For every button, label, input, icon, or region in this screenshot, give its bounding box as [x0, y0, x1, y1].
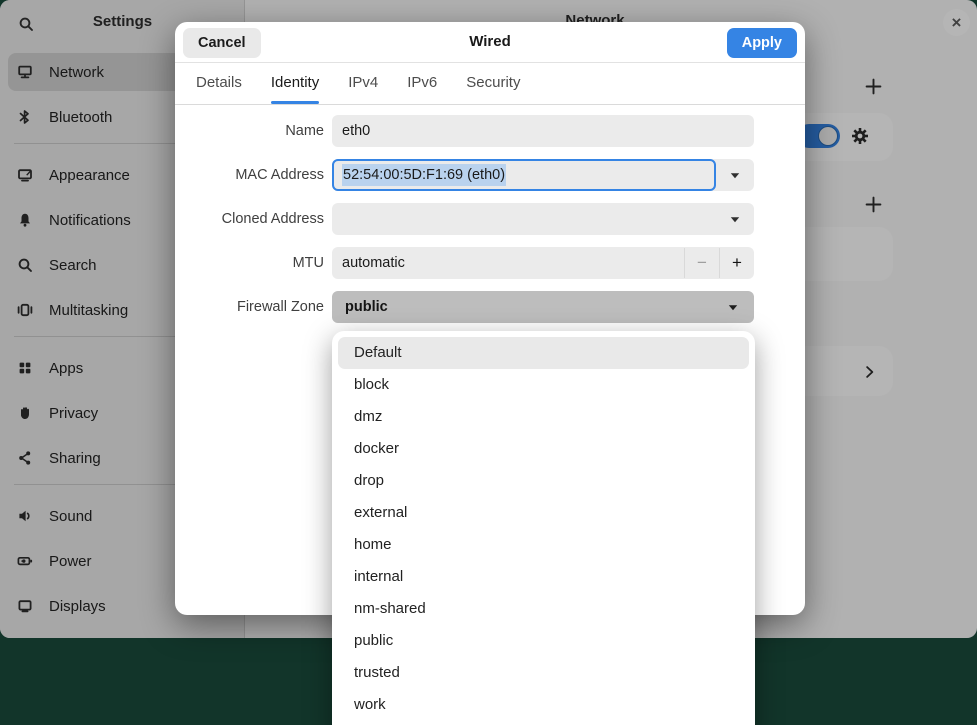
firewall-zone-popover: Default block dmz docker drop external h… — [332, 331, 755, 725]
mac-address-input[interactable]: 52:54:00:5D:F1:69 (eth0) — [332, 159, 716, 191]
mtu-label: MTU — [175, 247, 324, 279]
firewall-zone-value: public — [345, 299, 388, 315]
screen: Settings Network Bluetooth Appearance — [0, 0, 977, 725]
minus-icon: − — [697, 253, 707, 272]
cancel-button[interactable]: Cancel — [183, 28, 261, 58]
mtu-increment-button[interactable]: + — [720, 247, 754, 279]
mac-combo-dropdown-button[interactable] — [716, 159, 754, 191]
chevron-down-icon — [728, 304, 738, 311]
zone-option-trusted[interactable]: trusted — [338, 657, 749, 689]
zone-option-nm-shared[interactable]: nm-shared — [338, 593, 749, 625]
dialog-header: Wired Cancel Apply — [175, 22, 805, 63]
zone-arrow-area — [714, 291, 752, 323]
plus-icon: + — [732, 253, 742, 272]
zone-option-internal[interactable]: internal — [338, 561, 749, 593]
cloned-combo-dropdown-button[interactable] — [716, 203, 754, 235]
zone-option-public[interactable]: public — [338, 625, 749, 657]
zone-option-default[interactable]: Default — [338, 337, 749, 369]
tab-ipv6[interactable]: IPv6 — [407, 63, 437, 104]
dialog-tabbar: Details Identity IPv4 IPv6 Security — [175, 63, 805, 105]
mac-address-row: MAC Address 52:54:00:5D:F1:69 (eth0) — [175, 159, 805, 191]
zone-option-home[interactable]: home — [338, 529, 749, 561]
name-row: Name eth0 — [175, 115, 805, 147]
mac-address-label: MAC Address — [175, 159, 324, 191]
chevron-down-icon — [730, 216, 740, 223]
firewall-zone-dropdown-button[interactable]: public — [332, 291, 754, 323]
zone-option-docker[interactable]: docker — [338, 433, 749, 465]
zone-option-drop[interactable]: drop — [338, 465, 749, 497]
dialog-title: Wired — [175, 22, 805, 63]
zone-option-dmz[interactable]: dmz — [338, 401, 749, 433]
zone-option-work[interactable]: work — [338, 689, 749, 721]
tab-details[interactable]: Details — [196, 63, 242, 104]
tab-identity[interactable]: Identity — [271, 63, 319, 104]
name-input[interactable]: eth0 — [332, 115, 754, 147]
firewall-zone-row: Firewall Zone public — [175, 291, 805, 323]
cloned-address-row: Cloned Address — [175, 203, 805, 235]
mtu-spinner: automatic − + — [332, 247, 754, 279]
identity-form: Name eth0 MAC Address 52:54:00:5D:F1:69 … — [175, 115, 805, 335]
cloned-address-input[interactable] — [332, 203, 754, 235]
firewall-zone-label: Firewall Zone — [175, 291, 324, 323]
name-label: Name — [175, 115, 324, 147]
chevron-down-icon — [730, 172, 740, 179]
apply-button[interactable]: Apply — [727, 28, 797, 58]
tab-security[interactable]: Security — [466, 63, 520, 104]
cloned-address-label: Cloned Address — [175, 203, 324, 235]
zone-option-external[interactable]: external — [338, 497, 749, 529]
mtu-input[interactable]: automatic — [332, 247, 684, 279]
tab-ipv4[interactable]: IPv4 — [348, 63, 378, 104]
selected-text: 52:54:00:5D:F1:69 (eth0) — [342, 164, 506, 186]
zone-option-block[interactable]: block — [338, 369, 749, 401]
mtu-row: MTU automatic − + — [175, 247, 805, 279]
mtu-decrement-button[interactable]: − — [685, 247, 719, 279]
